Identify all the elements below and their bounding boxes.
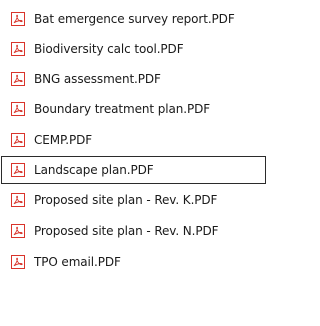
- file-item-landscape-plan[interactable]: Landscape plan.PDF: [1, 156, 266, 184]
- pdf-file-icon: [11, 42, 25, 56]
- pdf-file-icon: [11, 224, 25, 238]
- file-name: Proposed site plan - Rev. K.PDF: [34, 193, 218, 207]
- pdf-file-icon: [11, 133, 25, 147]
- file-item-proposed-site-plan-rev-k[interactable]: Proposed site plan - Rev. K.PDF: [1, 186, 266, 214]
- file-item-boundary-treatment-plan[interactable]: Boundary treatment plan.PDF: [1, 95, 266, 123]
- file-name: Proposed site plan - Rev. N.PDF: [34, 224, 219, 238]
- file-name: BNG assessment.PDF: [34, 72, 161, 86]
- file-item-bng-assessment[interactable]: BNG assessment.PDF: [1, 65, 266, 93]
- pdf-file-icon: [11, 72, 25, 86]
- pdf-file-icon: [11, 255, 25, 269]
- file-name: Boundary treatment plan.PDF: [34, 102, 211, 116]
- file-name: CEMP.PDF: [34, 133, 93, 147]
- pdf-file-icon: [11, 102, 25, 116]
- pdf-file-icon: [11, 193, 25, 207]
- file-item-tpo-email[interactable]: TPO email.PDF: [1, 248, 266, 276]
- file-item-cemp[interactable]: CEMP.PDF: [1, 126, 266, 154]
- file-name: Bat emergence survey report.PDF: [34, 12, 235, 26]
- file-name: Landscape plan.PDF: [34, 163, 154, 177]
- file-item-proposed-site-plan-rev-n[interactable]: Proposed site plan - Rev. N.PDF: [1, 217, 266, 245]
- file-item-biodiversity-calc-tool[interactable]: Biodiversity calc tool.PDF: [1, 35, 266, 63]
- pdf-file-icon: [11, 12, 25, 26]
- file-item-bat-emergence-survey-report[interactable]: Bat emergence survey report.PDF: [1, 5, 266, 33]
- pdf-file-icon: [11, 163, 25, 177]
- file-name: TPO email.PDF: [34, 255, 121, 269]
- file-list: Bat emergence survey report.PDF Biodiver…: [0, 0, 270, 326]
- file-name: Biodiversity calc tool.PDF: [34, 42, 184, 56]
